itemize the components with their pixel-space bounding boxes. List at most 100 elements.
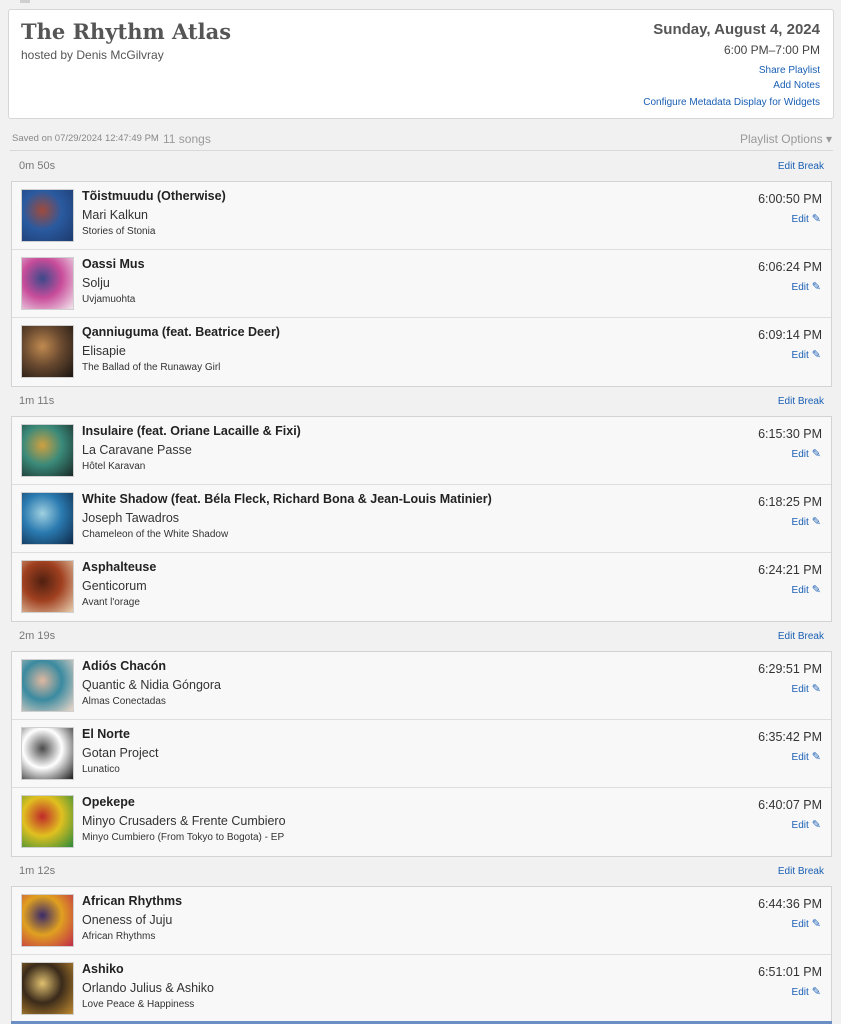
show-time-range: 6:00 PM–7:00 PM xyxy=(723,43,820,57)
track-group: Tõistmuudu (Otherwise) Mari Kalkun Stories… xyxy=(11,181,832,387)
track-edit-link[interactable]: Edit ✎ xyxy=(792,682,821,695)
pencil-icon: ✎ xyxy=(811,819,821,831)
saved-timestamp: Saved on 07/29/2024 12:47:49 PM xyxy=(12,133,159,144)
track-album: Lunatico xyxy=(82,764,120,775)
edit-label: Edit xyxy=(791,919,809,930)
track-time: 6:00:50 PM xyxy=(758,192,822,206)
track-edit-link[interactable]: Edit ✎ xyxy=(792,280,821,293)
track-edit-link[interactable]: Edit ✎ xyxy=(792,447,821,460)
pencil-icon: ✎ xyxy=(811,281,821,293)
track-album: Hôtel Karavan xyxy=(82,461,146,472)
track-artist: Oneness of Juju xyxy=(82,913,173,927)
pencil-icon: ✎ xyxy=(811,448,821,460)
song-count: 11 songs xyxy=(163,132,211,146)
track-group: Adiós Chacón Quantic & Nidia Góngora Almas… xyxy=(11,651,832,857)
track-group: African Rhythms Oneness of Juju African Rh… xyxy=(11,886,832,1024)
track-title: Insulaire (feat. Oriane Lacaille & Fixi) xyxy=(82,424,301,438)
album-art xyxy=(21,492,74,545)
track-edit-link[interactable]: Edit ✎ xyxy=(792,515,821,528)
playlist-options-dropdown[interactable]: Playlist Options ▾ xyxy=(740,132,832,146)
break-duration: 0m 50s xyxy=(19,160,56,172)
configure-metadata-link[interactable]: Configure Metadata Display for Widgets xyxy=(643,97,820,108)
show-title: The Rhythm Atlas xyxy=(21,19,232,44)
track-artist: Quantic & Nidia Góngora xyxy=(82,678,221,692)
share-playlist-link[interactable]: Share Playlist xyxy=(759,65,820,76)
track-row: Asphalteuse Genticorum Avant l'orage 6:24:2… xyxy=(12,553,831,621)
track-group: Insulaire (feat. Oriane Lacaille & Fixi)… xyxy=(11,416,832,622)
break-row: 1m 12s Edit Break xyxy=(10,857,833,885)
break-duration: 1m 12s xyxy=(19,865,56,877)
track-album: Uvjamuohta xyxy=(82,294,136,305)
break-duration: 1m 11s xyxy=(19,395,55,407)
track-album: Love Peace & Happiness xyxy=(82,999,195,1010)
track-album: Chameleon of the White Shadow xyxy=(82,529,229,540)
track-edit-link[interactable]: Edit ✎ xyxy=(792,985,821,998)
edit-label: Edit xyxy=(791,449,809,460)
edit-break-link[interactable]: Edit Break xyxy=(778,396,824,407)
track-edit-link[interactable]: Edit ✎ xyxy=(792,212,821,225)
pencil-icon: ✎ xyxy=(811,349,821,361)
edit-label: Edit xyxy=(791,752,809,763)
edit-break-link[interactable]: Edit Break xyxy=(778,161,824,172)
track-artist: Elisapie xyxy=(82,344,126,358)
album-art xyxy=(21,894,74,947)
track-time: 6:24:21 PM xyxy=(758,563,822,577)
edit-label: Edit xyxy=(791,517,809,528)
track-title: Opekepe xyxy=(82,795,135,809)
edit-label: Edit xyxy=(791,585,809,596)
track-album: Almas Conectadas xyxy=(82,696,166,707)
track-edit-link[interactable]: Edit ✎ xyxy=(792,348,821,361)
track-edit-link[interactable]: Edit ✎ xyxy=(792,818,821,831)
edit-break-link[interactable]: Edit Break xyxy=(778,866,824,877)
track-time: 6:40:07 PM xyxy=(758,798,822,812)
track-title: El Norte xyxy=(82,727,130,741)
track-row: Opekepe Minyo Crusaders & Frente Cumbiero… xyxy=(12,788,831,856)
track-time: 6:51:01 PM xyxy=(758,965,822,979)
pencil-icon: ✎ xyxy=(811,213,821,225)
edit-label: Edit xyxy=(791,820,809,831)
track-album: The Ballad of the Runaway Girl xyxy=(82,362,221,373)
pencil-icon: ✎ xyxy=(811,751,821,763)
track-title: Adiós Chacón xyxy=(82,659,167,673)
album-art xyxy=(21,659,74,712)
track-edit-link[interactable]: Edit ✎ xyxy=(792,750,821,763)
album-art xyxy=(21,560,74,613)
track-title: Ashiko xyxy=(82,962,124,976)
track-row: Oassi Mus Solju Uvjamuohta 6:06:24 PM Edit ✎ xyxy=(12,250,831,318)
track-artist: Gotan Project xyxy=(82,746,159,760)
track-time: 6:06:24 PM xyxy=(758,260,822,274)
break-row: 1m 11s Edit Break xyxy=(10,387,833,415)
pencil-icon: ✎ xyxy=(811,918,821,930)
track-row: White Shadow (feat. Béla Fleck, Richard … xyxy=(12,485,831,553)
album-art xyxy=(21,257,74,310)
edit-break-link[interactable]: Edit Break xyxy=(778,631,824,642)
break-row: 0m 50s Edit Break xyxy=(10,152,833,180)
track-title: Qanniuguma (feat. Beatrice Deer) xyxy=(82,325,280,339)
track-artist: Orlando Julius & Ashiko xyxy=(82,981,215,995)
pencil-icon: ✎ xyxy=(811,683,821,695)
track-row: Qanniuguma (feat. Beatrice Deer) Elisapie… xyxy=(12,318,831,386)
track-row: Adiós Chacón Quantic & Nidia Góngora Almas… xyxy=(12,652,831,720)
album-art xyxy=(21,795,74,848)
edit-label: Edit xyxy=(791,350,809,361)
add-notes-link[interactable]: Add Notes xyxy=(773,80,820,91)
track-time: 6:15:30 PM xyxy=(758,427,822,441)
edit-label: Edit xyxy=(791,684,809,695)
pencil-icon: ✎ xyxy=(811,584,821,596)
track-row: African Rhythms Oneness of Juju African Rh… xyxy=(12,887,831,955)
track-album: Stories of Stonia xyxy=(82,226,156,237)
track-artist: Genticorum xyxy=(82,579,147,593)
host-line: hosted by Denis McGilvray xyxy=(21,48,164,62)
track-row: Tõistmuudu (Otherwise) Mari Kalkun Stories… xyxy=(12,182,831,250)
break-duration: 2m 19s xyxy=(19,630,56,642)
track-edit-link[interactable]: Edit ✎ xyxy=(792,583,821,596)
pencil-icon: ✎ xyxy=(811,986,821,998)
track-title: African Rhythms xyxy=(82,894,183,908)
top-edge-fragment xyxy=(20,0,30,3)
track-artist: Minyo Crusaders & Frente Cumbiero xyxy=(82,814,286,828)
album-art xyxy=(21,189,74,242)
track-edit-link[interactable]: Edit ✎ xyxy=(792,917,821,930)
track-album: Avant l'orage xyxy=(82,597,140,608)
track-time: 6:29:51 PM xyxy=(758,662,822,676)
track-row: Insulaire (feat. Oriane Lacaille & Fixi)… xyxy=(12,417,831,485)
